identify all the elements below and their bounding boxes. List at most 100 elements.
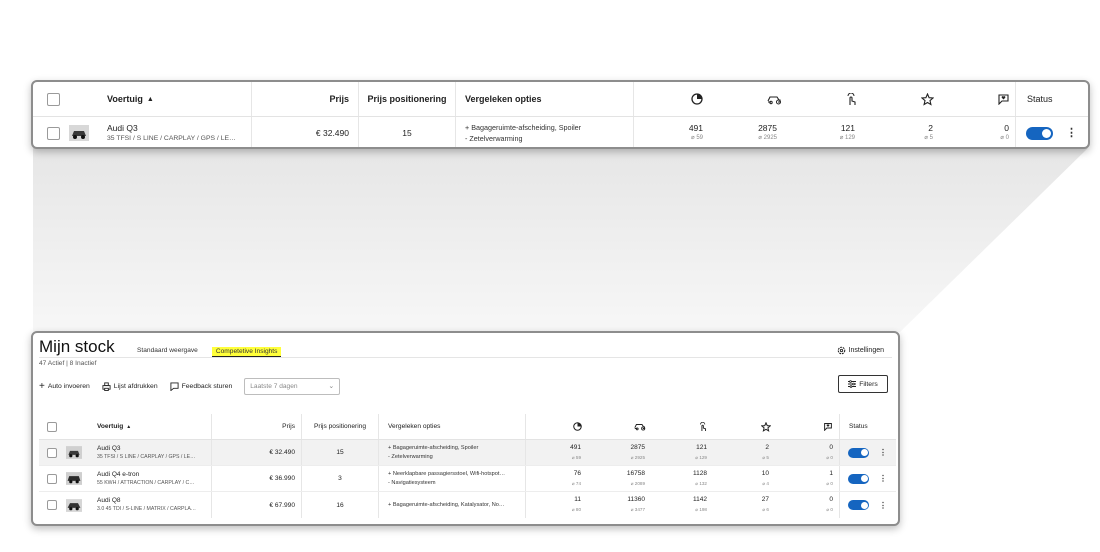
positioning-value: 3 xyxy=(338,475,342,482)
car-search-icon[interactable] xyxy=(632,414,648,439)
stat-leads: 1 ⌀ 0 xyxy=(826,469,833,486)
table-row[interactable]: Audi Q3 35 TFSI / S LINE / CARPLAY / GPS… xyxy=(33,117,1088,147)
vehicle-name: Audi Q3 xyxy=(107,122,138,133)
active-inactive-count: 47 Actief | 8 Inactief xyxy=(39,360,97,367)
status-toggle[interactable] xyxy=(848,440,869,465)
status-header-label: Status xyxy=(1027,94,1053,104)
page-title: Mijn stock xyxy=(39,337,115,356)
positioning-column-header[interactable]: Prijs positionering xyxy=(302,414,378,439)
options-column-header[interactable]: Vergeleken opties xyxy=(388,414,440,439)
row-menu-icon[interactable]: ⋮ xyxy=(879,492,887,518)
row-checkbox[interactable] xyxy=(47,492,57,518)
send-feedback-button[interactable]: Feedback sturen xyxy=(170,381,233,391)
stat-favorites: 27 ⌀ 6 xyxy=(761,496,769,512)
stat-views: 16758 ⌀ 2089 xyxy=(626,469,645,486)
sliders-icon xyxy=(848,380,857,388)
price-header-label: Prijs xyxy=(282,423,295,430)
view-tabs: Standaard weergave Competetive Insights xyxy=(137,347,282,357)
vehicle-cell[interactable]: Audi Q8 3.0 45 TDI / S-LINE / MATRIX / C… xyxy=(97,492,196,518)
stat-leads: 0 ⌀ 0 xyxy=(826,496,833,512)
stat-leads: 0 ⌀ 0 xyxy=(1000,123,1009,141)
stat-views: 11360 ⌀ 3477 xyxy=(627,496,645,512)
settings-button[interactable]: Instellingen xyxy=(837,346,884,355)
stat-impressions: 76 ⌀ 74 xyxy=(571,469,581,486)
table-row[interactable]: Audi Q4 e-tron 55 KWH / ATTRACTION / CAR… xyxy=(39,466,896,492)
row-menu-icon[interactable]: ⋮ xyxy=(879,440,887,465)
options-cell: + Bagageruimte-afscheiding, Katalysator,… xyxy=(388,492,504,518)
vehicle-name: Audi Q4 e-tron xyxy=(97,470,140,478)
select-all-checkbox[interactable] xyxy=(47,414,57,439)
positioning-column-header[interactable]: Prijs positionering xyxy=(359,82,455,116)
price-value: € 32.490 xyxy=(315,128,349,138)
option-missing: - Zetelverwarming xyxy=(465,134,523,143)
row-checkbox[interactable] xyxy=(47,466,57,491)
options-header-label: Vergeleken opties xyxy=(465,94,542,104)
status-column-header: Status xyxy=(1027,82,1053,116)
vehicle-name: Audi Q8 xyxy=(97,497,121,504)
vehicle-cell[interactable]: Audi Q4 e-tron 55 KWH / ATTRACTION / CAR… xyxy=(97,466,194,491)
send-feedback-label: Feedback sturen xyxy=(181,382,233,390)
stat-favorites: 2 ⌀ 5 xyxy=(762,443,769,460)
star-icon[interactable] xyxy=(758,414,774,439)
table-row[interactable]: Audi Q3 35 TFSI / S LINE / CARPLAY / GPS… xyxy=(39,440,896,466)
stat-impressions: 491 ⌀ 59 xyxy=(688,123,703,141)
status-toggle[interactable] xyxy=(848,466,869,491)
status-toggle[interactable] xyxy=(848,492,869,518)
stock-page-card: Mijn stock Standaard weergave Competetiv… xyxy=(31,331,900,526)
row-checkbox[interactable] xyxy=(47,440,57,465)
table-row[interactable]: Audi Q8 3.0 45 TDI / S-LINE / MATRIX / C… xyxy=(39,492,896,518)
star-icon[interactable] xyxy=(917,82,937,116)
tab-standard-view[interactable]: Standaard weergave xyxy=(137,347,198,357)
date-range-select[interactable]: Laatste 7 dagen ⌄ xyxy=(244,377,341,395)
pie-chart-icon[interactable] xyxy=(687,82,707,116)
pie-chart-icon[interactable] xyxy=(569,414,585,439)
options-header-label: Vergeleken opties xyxy=(388,423,441,430)
price-value: € 32.490 xyxy=(269,449,295,456)
price-column-header[interactable]: Prijs xyxy=(273,82,349,116)
tap-icon[interactable] xyxy=(841,82,861,116)
positioning-header-label: Prijs positionering xyxy=(313,423,367,430)
stat-clicks: 1142 ⌀ 198 xyxy=(693,496,707,512)
heart-chat-icon[interactable] xyxy=(993,82,1013,116)
heart-chat-icon[interactable] xyxy=(820,414,836,439)
price-header-label: Prijs xyxy=(329,94,349,104)
vehicle-column-header[interactable]: Voertuig ▲ xyxy=(97,414,131,439)
print-list-label: Lijst afdrukken xyxy=(113,382,158,390)
add-car-label: Auto invoeren xyxy=(47,382,90,390)
row-checkbox[interactable] xyxy=(47,117,60,147)
price-column-header[interactable]: Prijs xyxy=(239,414,295,439)
plus-icon: + xyxy=(39,380,45,392)
options-column-header[interactable]: Vergeleken opties xyxy=(465,82,542,116)
sort-asc-icon: ▲ xyxy=(126,423,132,430)
car-thumbnail xyxy=(66,466,82,491)
filters-label: Filters xyxy=(859,380,878,388)
filters-button[interactable]: Filters xyxy=(838,375,888,393)
stat-clicks: 121 ⌀ 129 xyxy=(695,443,707,460)
print-list-button[interactable]: Lijst afdrukken xyxy=(102,381,158,391)
stat-impressions: 11 ⌀ 80 xyxy=(571,496,581,512)
option-added: + Bagageruimte-afscheiding, Katalysator,… xyxy=(388,501,505,508)
add-car-button[interactable]: + Auto invoeren xyxy=(39,381,90,392)
option-added: + Bagageruimte-afscheiding, Spoiler xyxy=(388,444,479,451)
stat-views: 2875 ⌀ 2925 xyxy=(630,443,645,460)
row-menu-icon[interactable]: ⋮ xyxy=(1066,117,1077,147)
car-search-icon[interactable] xyxy=(763,82,785,116)
tap-icon[interactable] xyxy=(695,414,711,439)
stat-favorites: 10 ⌀ 4 xyxy=(761,469,769,486)
stat-leads: 0 ⌀ 0 xyxy=(826,443,833,460)
row-menu-icon[interactable]: ⋮ xyxy=(879,466,887,491)
settings-label: Instellingen xyxy=(848,347,884,354)
positioning-header-label: Prijs positionering xyxy=(367,94,447,104)
tab-competitive-insights[interactable]: Competetive Insights xyxy=(211,347,282,357)
sort-asc-icon: ▲ xyxy=(146,95,154,103)
vehicle-name: Audi Q3 xyxy=(97,444,121,452)
stock-table: Voertuig ▲ Prijs Prijs positionering Ver… xyxy=(39,414,896,524)
positioning-value: 15 xyxy=(336,449,344,456)
car-thumbnail xyxy=(66,440,82,465)
vehicle-cell[interactable]: Audi Q3 35 TFSI / S LINE / CARPLAY / GPS… xyxy=(97,440,195,465)
date-range-value: Laatste 7 dagen xyxy=(250,382,298,390)
vehicle-column-header[interactable]: Voertuig ▲ xyxy=(107,82,154,116)
status-toggle[interactable] xyxy=(1026,117,1053,147)
vehicle-cell[interactable]: Audi Q3 35 TFSI / S LINE / CARPLAY / GPS… xyxy=(107,117,236,147)
select-all-checkbox[interactable] xyxy=(47,82,60,116)
